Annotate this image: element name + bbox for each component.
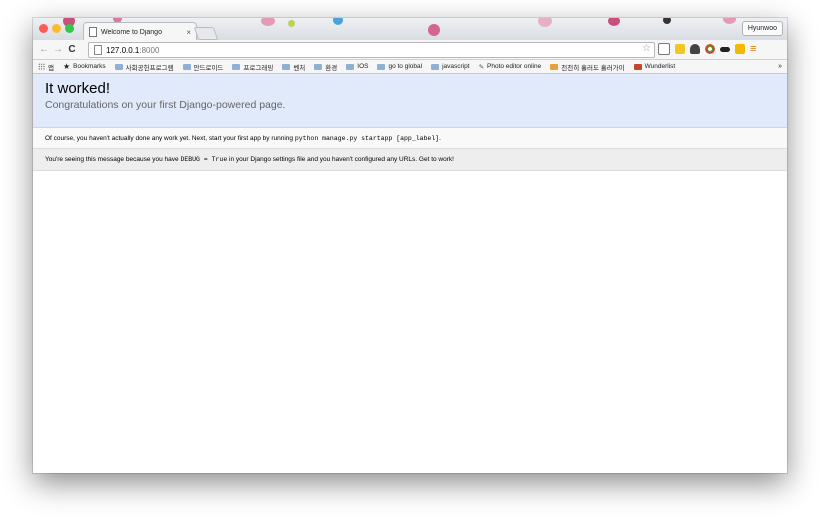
star-icon: ★: [62, 62, 71, 71]
folder-icon: [346, 63, 355, 70]
evernote-extension-icon[interactable]: [690, 44, 700, 54]
explanation-suffix: in your Django settings file and you hav…: [227, 156, 454, 163]
bookmarks-overflow-button[interactable]: »: [778, 63, 782, 70]
zoom-window-button[interactable]: [65, 24, 74, 33]
gmail-extension-icon[interactable]: [658, 43, 670, 55]
debug-setting: DEBUG = True: [180, 156, 228, 163]
close-tab-icon[interactable]: ×: [186, 28, 191, 37]
document-icon: [89, 27, 97, 37]
folder-icon: [377, 63, 386, 70]
bookmark-folder[interactable]: 안드로이드: [182, 62, 224, 72]
reload-button[interactable]: C: [65, 44, 79, 55]
menu-icon[interactable]: ≡: [750, 44, 756, 55]
instructions-section: Of course, you haven't actually done any…: [33, 128, 787, 149]
bookmark-label: IOS: [357, 63, 369, 70]
url-port: :8000: [139, 45, 160, 55]
bookmark-label: javascript: [442, 63, 470, 70]
bookmark-label: 사회공헌프로그램: [125, 64, 174, 72]
url-host: 127.0.0.1: [106, 45, 140, 55]
theme-flower-decoration: [723, 18, 736, 24]
bookmark-star-icon[interactable]: ☆: [642, 43, 651, 54]
wunderlist-favicon-icon: [633, 63, 642, 70]
chrome-extension-icon[interactable]: [705, 44, 715, 54]
bookmark-label: 안드로이드: [193, 64, 224, 72]
folder-icon: [182, 63, 191, 70]
theme-flower-decoration: [608, 18, 620, 26]
back-button[interactable]: ←: [37, 44, 51, 55]
bookmark-link[interactable]: ✎ Photo editor online: [479, 63, 542, 71]
page-title: It worked!: [45, 80, 111, 97]
tab-title: Welcome to Django: [101, 28, 162, 36]
profile-button[interactable]: Hyunwoo: [741, 21, 783, 36]
tab-strip: Welcome to Django × Hyunwoo: [33, 18, 787, 40]
window-controls: [39, 24, 74, 33]
site-favicon-icon: [550, 63, 559, 70]
forward-button[interactable]: →: [51, 44, 65, 55]
explanation-text: You're seeing this message because you h…: [45, 156, 181, 163]
instructions-suffix: .: [439, 135, 441, 142]
glasses-extension-icon[interactable]: [720, 46, 730, 52]
bookmark-folder[interactable]: 환경: [314, 62, 337, 72]
summary-section: It worked! Congratulations on your first…: [33, 74, 787, 128]
bookmark-folder[interactable]: javascript: [431, 63, 470, 70]
bookmark-label: go to global: [388, 63, 423, 70]
bookmark-label: 환경: [325, 64, 338, 72]
pencil-icon: ✎: [478, 63, 485, 71]
minimize-window-button[interactable]: [52, 24, 61, 33]
bookmarks-bar: 앱 ★ Bookmarks 사회공헌프로그램 안드로이드 프로그래밍 벤처 환경 …: [33, 60, 787, 74]
bookmark-link[interactable]: Wunderlist: [633, 63, 676, 70]
close-window-button[interactable]: [39, 24, 48, 33]
bookmark-apps[interactable]: 앱: [48, 62, 54, 72]
apps-grid-icon[interactable]: [38, 63, 45, 70]
theme-flower-decoration: [663, 18, 671, 24]
theme-flower-decoration: [288, 20, 295, 27]
page-content: It worked! Congratulations on your first…: [33, 74, 787, 473]
bookmark-bookmarks[interactable]: ★ Bookmarks: [63, 62, 106, 71]
folder-icon: [282, 63, 291, 70]
theme-flower-decoration: [428, 24, 440, 36]
browser-toolbar: ← → C 127.0.0.1:8000 ☆ ≡: [33, 40, 787, 60]
theme-flower-decoration: [538, 18, 552, 27]
bookmark-folder[interactable]: 프로그래밍: [232, 62, 273, 72]
bookmark-folder[interactable]: 사회공헌프로그램: [114, 62, 174, 72]
bookmark-extension-icon[interactable]: [675, 44, 685, 54]
bookmark-folder[interactable]: 벤처: [282, 62, 305, 72]
bookmark-folder[interactable]: IOS: [346, 63, 368, 70]
tab-welcome-to-django[interactable]: Welcome to Django ×: [83, 22, 197, 40]
bookmark-label: 앱: [48, 64, 54, 72]
bookmark-label: 벤처: [293, 64, 306, 72]
address-bar[interactable]: 127.0.0.1:8000 ☆: [88, 42, 655, 58]
bookmark-label: 천천히 흘러도 흘러가이: [561, 64, 625, 72]
folder-icon: [431, 63, 440, 70]
extension-icons: ≡: [658, 43, 756, 55]
bookmark-label: Bookmarks: [73, 63, 106, 70]
instructions-text: Of course, you haven't actually done any…: [45, 135, 295, 142]
browser-window: Welcome to Django × Hyunwoo ← → C 127.0.…: [33, 18, 787, 473]
bookmark-label: Photo editor online: [487, 63, 542, 70]
bookmark-folder[interactable]: go to global: [377, 63, 422, 70]
bookmark-link[interactable]: 천천히 흘러도 흘러가이: [550, 62, 625, 72]
new-tab-button[interactable]: [193, 27, 219, 40]
explanation-section: You're seeing this message because you h…: [33, 149, 787, 171]
theme-flower-decoration: [261, 18, 275, 26]
bookmark-label: Wunderlist: [644, 63, 676, 70]
startapp-command: python manage.py startapp [app_label]: [294, 135, 440, 142]
theme-flower-decoration: [333, 18, 343, 25]
folder-icon: [114, 63, 123, 70]
page-subtitle: Congratulations on your first Django-pow…: [45, 99, 286, 111]
bookmark-label: 프로그래밍: [243, 64, 274, 72]
star-extension-icon[interactable]: [735, 44, 745, 54]
page-icon: [94, 45, 102, 55]
folder-icon: [232, 63, 241, 70]
folder-icon: [314, 63, 323, 70]
